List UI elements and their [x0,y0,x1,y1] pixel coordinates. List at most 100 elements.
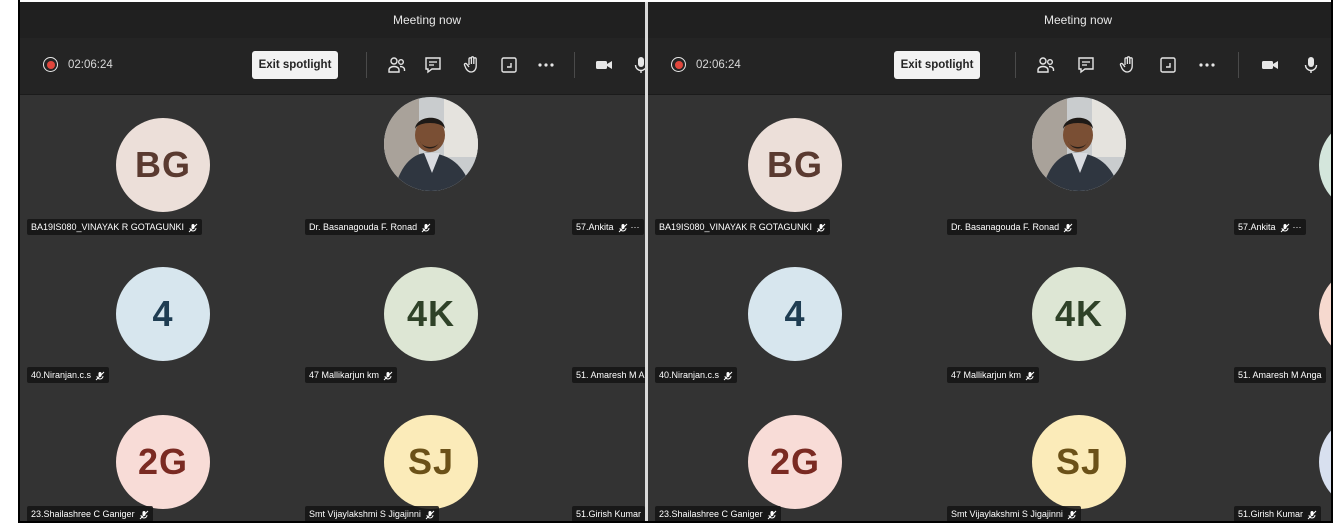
profile-photo-icon [384,97,478,191]
participant-name: BA19IS080_VINAYAK R GOTAGUNKI [31,222,185,232]
profile-photo-icon [1032,97,1126,191]
participant-name-tag: 23.Shailashree C Ganiger [655,506,781,522]
participant-name-tag: 40.Niranjan.c.s [27,367,110,383]
participant-name-tag: 40.Niranjan.c.s [655,367,738,383]
title-bar: Meeting now [20,2,645,38]
mic-off-icon [816,223,826,232]
participant-tile[interactable]: Dr. Basanagouda F. Ronad [298,95,565,242]
participant-tile[interactable]: 4K 47 Mallikarjun km [298,242,565,390]
participant-tile[interactable]: 51. Amaresh M Anga [565,242,645,390]
participant-tile[interactable]: 4K 47 Mallikarjun km [940,242,1227,390]
avatar: 4 [748,267,842,361]
exit-spotlight-button[interactable]: Exit spotlight [894,51,980,79]
mic-off-icon [618,223,627,232]
participant-name: 40.Niranjan.c.s [31,370,92,380]
participant-name-tag: Dr. Basanagouda F. Ronad [947,219,1078,235]
participant-tile[interactable]: SJ Smt Vijaylakshmi S Jigajinni [940,390,1227,522]
avatar: BG [116,118,210,212]
share-tray-icon[interactable] [498,54,520,76]
record-icon [671,57,686,72]
participant-tile[interactable]: 57.Ankita ··· [565,95,645,242]
participant-name: 51.Girish Kumar [1238,509,1304,519]
participant-name: 23.Shailashree C Ganiger [31,509,135,519]
participant-photo [384,97,478,191]
recording-timer: 02:06:24 [68,59,113,71]
avatar: SJ [384,415,478,509]
participant-name-tag: 23.Shailashree C Ganiger [27,506,153,522]
participant-name: 51.Girish Kumar [576,509,642,519]
participant-name: BA19IS080_VINAYAK R GOTAGUNKI [659,222,813,232]
participant-name: 47 Mallikarjun km [309,370,380,380]
participant-name: 47 Mallikarjun km [951,370,1022,380]
participant-tile[interactable]: 2G 23.Shailashree C Ganiger [20,390,298,522]
avatar [1319,415,1331,509]
avatar: 2G [116,415,210,509]
participant-name-tag: BA19IS080_VINAYAK R GOTAGUNKI [655,219,831,235]
mic-off-icon [95,371,105,380]
participant-tile[interactable]: 4 40.Niranjan.c.s [20,242,298,390]
mic-off-icon [139,510,148,519]
participant-tile[interactable]: 2G 23.Shailashree C Ganiger [648,390,940,522]
avatar: 4K [1032,267,1126,361]
more-icon[interactable] [535,54,557,76]
participant-tile[interactable]: BG BA19IS080_VINAYAK R GOTAGUNKI [648,95,940,242]
mic-off-icon [1307,510,1317,519]
title-bar: Meeting now [648,2,1331,38]
participant-name-tag: Smt Vijaylakshmi S Jigajinni [305,506,439,522]
exit-spotlight-button[interactable]: Exit spotlight [252,51,338,79]
recording-timer: 02:06:24 [696,59,741,71]
more-options-icon[interactable]: ··· [1293,222,1302,232]
mic-off-icon [425,510,435,519]
participant-tile[interactable]: Dr. Basanagouda F. Ronad [940,95,1227,242]
avatar: 4 [116,267,210,361]
avatar: BG [748,118,842,212]
participant-name: 40.Niranjan.c.s [659,370,720,380]
participant-tile[interactable]: 4 40.Niranjan.c.s [648,242,940,390]
camera-icon[interactable] [1259,54,1281,76]
participant-name-tag: 51.Girish Kumar [572,506,645,522]
share-tray-icon[interactable] [1157,54,1179,76]
participant-name: Dr. Basanagouda F. Ronad [951,222,1060,232]
participant-name: 51. Amaresh M Anga [576,370,645,380]
participant-name: 51. Amaresh M Anga [1238,370,1322,380]
meeting-toolbar: 02:06:24 Exit spotlight [648,38,1331,95]
participant-name-tag: Smt Vijaylakshmi S Jigajinni [947,506,1081,522]
participant-tile[interactable]: 51. Amaresh M Anga [1227,242,1331,390]
raise-hand-icon[interactable] [461,54,483,76]
meeting-window-left: Meeting now 02:06:24 Exit spotlight BG B… [20,2,645,522]
mic-off-icon [1025,371,1035,380]
camera-icon[interactable] [593,54,615,76]
chat-icon[interactable] [422,54,444,76]
mic-off-icon [188,223,198,232]
chat-icon[interactable] [1075,54,1097,76]
meeting-window-right: Meeting now 02:06:24 Exit spotlight BG B… [648,2,1331,522]
participant-tile[interactable]: 51.Girish Kumar [565,390,645,522]
participant-tile[interactable]: BG BA19IS080_VINAYAK R GOTAGUNKI [20,95,298,242]
participant-tile[interactable]: SJ Smt Vijaylakshmi S Jigajinni [298,390,565,522]
more-icon[interactable] [1196,54,1218,76]
toolbar-divider [366,52,367,78]
participant-name: Smt Vijaylakshmi S Jigajinni [951,509,1063,519]
window-title: Meeting now [393,13,462,27]
participant-tile[interactable]: 57.Ankita ··· [1227,95,1331,242]
window-divider [645,2,648,522]
participants-icon[interactable] [386,54,408,76]
mic-off-icon [1280,223,1289,232]
mic-off-icon [383,371,393,380]
mic-off-icon [723,371,733,380]
participant-name: Dr. Basanagouda F. Ronad [309,222,418,232]
more-options-icon[interactable]: ··· [631,222,640,232]
participant-name-tag: BA19IS080_VINAYAK R GOTAGUNKI [27,219,203,235]
mic-off-icon [1063,223,1073,232]
participant-name-tag: Dr. Basanagouda F. Ronad [305,219,436,235]
participant-name: Smt Vijaylakshmi S Jigajinni [309,509,421,519]
microphone-icon[interactable] [1300,54,1322,76]
participant-photo [1032,97,1126,191]
participant-name-tag: 57.Ankita ··· [1234,219,1306,235]
participant-tile[interactable]: 51.Girish Kumar [1227,390,1331,522]
microphone-icon[interactable] [630,54,645,76]
mic-off-icon [421,223,431,232]
raise-hand-icon[interactable] [1117,54,1139,76]
avatar: SJ [1032,415,1126,509]
participants-icon[interactable] [1035,54,1057,76]
